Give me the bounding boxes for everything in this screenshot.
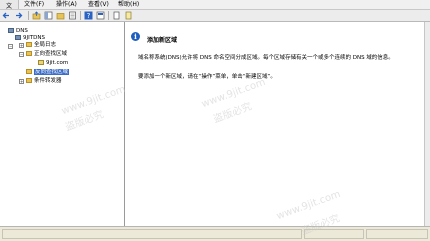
note-icon[interactable] (124, 11, 133, 20)
menu-bar: 文 文件(F) 操作(A) 查看(V) 帮助(H) (0, 0, 430, 10)
status-cell (366, 229, 428, 239)
folder-icon (26, 51, 32, 56)
expander-icon[interactable]: + (19, 43, 24, 48)
tree-item-global-log[interactable]: 全局日志 (26, 42, 56, 49)
page-title: 添加新区域 (147, 37, 178, 44)
tree-item-server[interactable]: 9JITDNS (15, 35, 45, 42)
zone-icon (38, 60, 44, 65)
document-icon[interactable] (112, 11, 121, 20)
export-list-icon[interactable] (68, 11, 77, 20)
tree-item-zone-9jit[interactable]: 9jit.com (38, 60, 68, 67)
tree-label: 9JITDNS (23, 35, 45, 41)
server-icon (15, 35, 21, 40)
expander-icon[interactable]: + (19, 79, 24, 84)
toolbar-separator (28, 11, 29, 20)
folder-icon (26, 69, 32, 74)
toolbar: ? (0, 10, 430, 22)
menu-file[interactable]: 文件(F) (24, 1, 44, 8)
dns-icon (8, 28, 14, 33)
menu-stub[interactable]: 文 (0, 0, 19, 10)
toolbar-separator (108, 11, 109, 20)
tree-label: DNS (16, 28, 28, 34)
menu-action[interactable]: 操作(A) (56, 1, 77, 8)
expander-icon[interactable]: − (8, 44, 13, 49)
details-pane: i 添加新区域 域名称系统(DNS)允许将 DNS 命名空间分成区域。每个区域存… (125, 22, 430, 226)
console-tree: DNS − 9JITDNS + 全局日志 − 正向查找区域 9jit.com 反… (0, 22, 125, 226)
scrollbar[interactable] (424, 22, 430, 226)
tree-label: 条件转发器 (34, 78, 62, 84)
svg-text:?: ? (87, 12, 91, 20)
tree-label: 全局日志 (34, 42, 57, 48)
description-text: 域名称系统(DNS)允许将 DNS 命名空间分成区域。每个区域存储有关一个或多个… (138, 55, 394, 61)
properties-icon[interactable] (96, 11, 105, 20)
menu-view[interactable]: 查看(V) (88, 1, 109, 8)
status-bar (0, 226, 430, 241)
show-hide-tree-icon[interactable] (44, 11, 53, 20)
menu-help[interactable]: 帮助(H) (118, 1, 139, 8)
tree-label: 反向查找区域 (34, 69, 70, 75)
tree-item-forward-zones[interactable]: 正向查找区域 (26, 51, 67, 58)
expander-icon[interactable]: − (19, 52, 24, 57)
folder-icon (26, 78, 32, 83)
help-icon[interactable]: ? (84, 11, 93, 20)
status-cell (2, 229, 302, 239)
folder-icon[interactable] (56, 11, 65, 20)
tree-item-reverse-zones[interactable]: 反向查找区域 (26, 69, 70, 76)
instruction-text: 要添加一个新区域，请在“操作”菜单，单击“新建区域”。 (138, 74, 276, 80)
toolbar-separator (80, 11, 81, 20)
folder-icon (26, 42, 32, 47)
back-icon[interactable] (2, 11, 11, 20)
info-icon: i (131, 32, 140, 41)
tree-item-dns[interactable]: DNS (8, 28, 28, 35)
menu-stub-label: 文 (6, 3, 13, 10)
forward-icon[interactable] (14, 11, 23, 20)
tree-label: 9jit.com (46, 60, 69, 66)
tree-label: 正向查找区域 (34, 51, 68, 57)
tree-item-conditional-forwarders[interactable]: 条件转发器 (26, 78, 62, 85)
up-level-icon[interactable] (32, 11, 41, 20)
